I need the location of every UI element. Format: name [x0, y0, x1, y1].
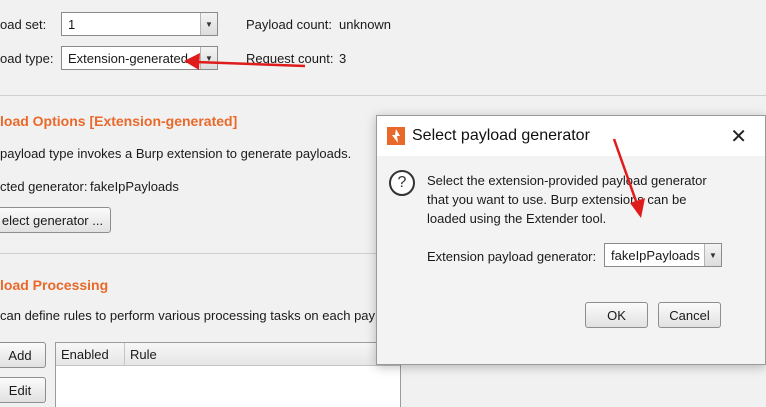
- cancel-button[interactable]: Cancel: [658, 302, 721, 328]
- edit-rule-button[interactable]: Edit: [0, 377, 46, 403]
- section-divider: [0, 95, 766, 96]
- rules-table[interactable]: Enabled Rule: [55, 342, 401, 407]
- payload-count-value: unknown: [339, 17, 392, 32]
- close-icon[interactable]: ✕: [730, 124, 747, 148]
- payload-type-label: oad type:: [0, 51, 54, 66]
- dialog-title-bar[interactable]: Select payload generator ✕: [377, 116, 765, 156]
- generator-select-value: fakeIpPayloads: [611, 247, 700, 263]
- payload-processing-description: can define rules to perform various proc…: [0, 308, 376, 323]
- payload-processing-title: load Processing: [0, 277, 109, 293]
- dialog-title: Select payload generator: [412, 127, 590, 144]
- payload-count-label: Payload count:: [246, 17, 333, 32]
- burp-logo-icon: [387, 127, 405, 145]
- add-rule-button-label: Add: [8, 347, 32, 363]
- edit-rule-button-label: Edit: [8, 382, 32, 398]
- chevron-down-icon[interactable]: ▼: [200, 13, 217, 35]
- add-rule-button[interactable]: Add: [0, 342, 46, 368]
- selected-generator-label: cted generator:: [0, 179, 88, 194]
- payload-set-value: 1: [68, 16, 76, 32]
- select-generator-button-label: elect generator ...: [1, 212, 104, 228]
- dialog-message-line: that you want to use. Burp extensions ca…: [427, 192, 687, 207]
- cancel-button-label: Cancel: [669, 307, 710, 323]
- payload-type-value: Extension-generated: [68, 50, 188, 66]
- select-generator-button[interactable]: elect generator ...: [0, 207, 111, 233]
- dialog-message-line: Select the extension-provided payload ge…: [427, 173, 707, 188]
- rules-table-header: Enabled Rule: [56, 343, 400, 366]
- ok-button[interactable]: OK: [585, 302, 648, 328]
- payload-set-label: oad set:: [0, 17, 47, 32]
- request-count-value: 3: [339, 51, 347, 66]
- question-icon: ?: [389, 170, 415, 196]
- payload-set-select[interactable]: 1 ▼: [61, 12, 218, 36]
- ok-button-label: OK: [607, 307, 626, 323]
- generator-select[interactable]: fakeIpPayloads ▼: [604, 243, 722, 267]
- dialog-message-line: loaded using the Extender tool.: [427, 211, 607, 226]
- column-enabled[interactable]: Enabled: [56, 343, 125, 365]
- payload-type-select[interactable]: Extension-generated ▼: [61, 46, 218, 70]
- chevron-down-icon[interactable]: ▼: [200, 47, 217, 69]
- generator-label: Extension payload generator:: [427, 249, 597, 264]
- selected-generator-value: fakeIpPayloads: [90, 179, 179, 194]
- request-count-label: Request count:: [246, 51, 334, 66]
- payload-options-description: payload type invokes a Burp extension to…: [0, 146, 352, 161]
- dialog-message: Select the extension-provided payload ge…: [427, 171, 707, 228]
- column-rule[interactable]: Rule: [125, 343, 400, 365]
- chevron-down-icon[interactable]: ▼: [704, 244, 721, 266]
- payload-options-title: load Options [Extension-generated]: [0, 113, 238, 129]
- select-payload-generator-dialog: Select payload generator ✕ ? Select the …: [376, 115, 766, 365]
- section-divider: [0, 253, 376, 254]
